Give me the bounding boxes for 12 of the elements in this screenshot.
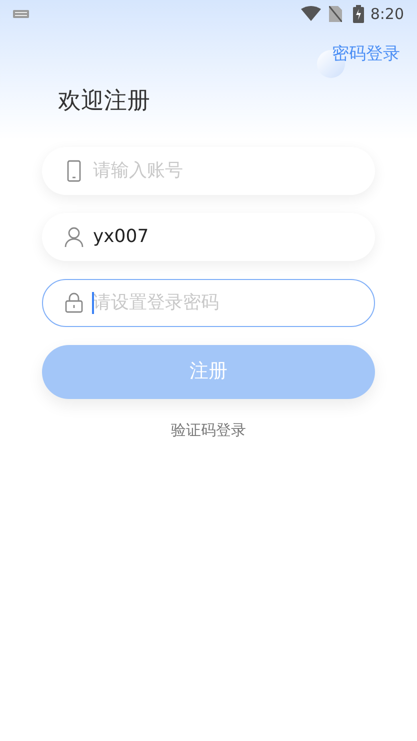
battery-icon [353, 5, 364, 23]
sms-login-link[interactable]: 验证码登录 [171, 418, 246, 441]
no-sim-icon [329, 6, 342, 22]
page-title: 欢迎注册 [58, 87, 151, 116]
text-cursor [92, 292, 94, 314]
user-icon [64, 226, 84, 248]
input-field[interactable]: yx007 [42, 212, 375, 260]
password-login-link[interactable]: 密码登录 [332, 42, 400, 68]
status-time: 8:20 [370, 4, 404, 25]
wifi-icon [301, 6, 322, 22]
keyboard-icon [13, 10, 29, 18]
lock-icon [64, 292, 84, 314]
